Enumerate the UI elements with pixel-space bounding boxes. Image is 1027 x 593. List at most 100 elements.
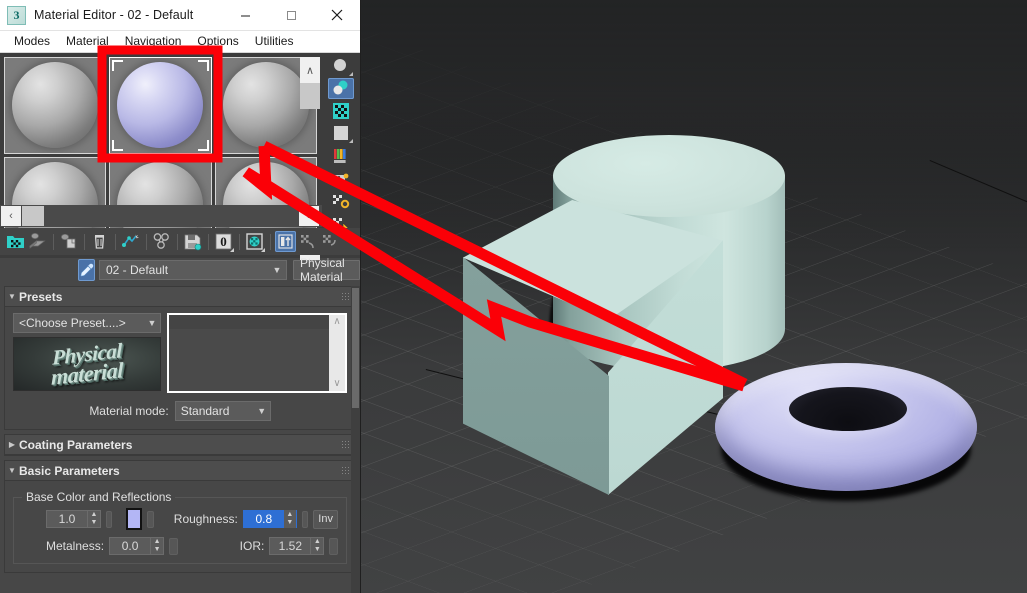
base-color-and-reflections-group: Base Color and Reflections 1.0 ▲ ▼ Roughn… bbox=[13, 490, 347, 564]
axis-line-y bbox=[929, 160, 1027, 204]
rollout-presets-header[interactable]: ▼ Presets bbox=[5, 287, 355, 307]
slots-scroll-right-button[interactable]: › bbox=[299, 206, 319, 226]
chevron-down-icon: ▼ bbox=[272, 265, 282, 275]
slot-sphere bbox=[12, 62, 99, 149]
viewport-object-torus[interactable] bbox=[715, 363, 977, 503]
menu-item-utilities[interactable]: Utilities bbox=[247, 31, 302, 52]
rollout-coating-header[interactable]: ▶ Coating Parameters bbox=[5, 435, 355, 455]
roughness-value: 0.8 bbox=[255, 512, 273, 526]
torus-hole bbox=[789, 387, 907, 431]
background-checker-icon[interactable] bbox=[328, 100, 354, 122]
slot-corner bbox=[197, 60, 209, 71]
choose-preset-dropdown[interactable]: <Choose Preset....> ▼ bbox=[13, 313, 161, 333]
make-unique-icon[interactable] bbox=[151, 231, 172, 252]
slots-scroll-left-button[interactable]: ‹ bbox=[1, 206, 21, 226]
preset-list-item-empty[interactable] bbox=[169, 315, 329, 329]
menu-item-navigation[interactable]: Navigation bbox=[117, 31, 190, 52]
metalness-map-button[interactable] bbox=[169, 537, 178, 555]
slots-hscroll-track[interactable] bbox=[44, 206, 322, 226]
roughness-spinner[interactable]: 0.8 ▲ ▼ bbox=[242, 510, 297, 528]
menu-item-material[interactable]: Material bbox=[58, 31, 117, 52]
eyedropper-icon[interactable] bbox=[78, 259, 95, 281]
base-weight-map-button[interactable] bbox=[106, 510, 113, 528]
sample-uv-tiling-icon[interactable] bbox=[328, 123, 354, 145]
spinner-arrows-icon[interactable]: ▲ ▼ bbox=[150, 537, 163, 555]
preset-row: <Choose Preset....> ▼ Physical material bbox=[13, 313, 347, 393]
slots-hscroll-thumb[interactable] bbox=[22, 206, 44, 226]
preset-list-scroll-up[interactable]: ∧ bbox=[333, 315, 340, 329]
material-editor-window: 3 Material Editor - 02 - Default Modes M… bbox=[0, 0, 361, 593]
rollout-expand-arrow: ▼ bbox=[8, 466, 16, 475]
put-material-to-scene-icon[interactable] bbox=[27, 231, 48, 252]
base-color-swatch[interactable] bbox=[126, 508, 143, 530]
go-forward-to-sibling-icon[interactable] bbox=[319, 231, 340, 252]
make-preview-icon[interactable] bbox=[328, 168, 354, 190]
material-slot-1[interactable] bbox=[4, 57, 107, 154]
spinner-arrows-icon[interactable]: ▲ ▼ bbox=[310, 537, 323, 555]
base-color-map-button[interactable] bbox=[147, 510, 154, 528]
metalness-spinner[interactable]: 0.0 ▲ ▼ bbox=[109, 537, 165, 555]
preset-list-scrollbar[interactable]: ∧ ∨ bbox=[329, 315, 345, 391]
rollout-coating-parameters: ▶ Coating Parameters bbox=[4, 434, 356, 456]
ior-map-button[interactable] bbox=[329, 537, 338, 555]
spinner-arrows-icon[interactable]: ▲ ▼ bbox=[283, 510, 296, 528]
menu-bar[interactable]: Modes Material Navigation Options Utilit… bbox=[0, 31, 360, 53]
minimize-button[interactable] bbox=[222, 0, 268, 30]
rollout-panel-scroll-thumb[interactable] bbox=[352, 288, 359, 408]
video-color-check-icon[interactable] bbox=[328, 145, 354, 167]
ior-value: 1.52 bbox=[278, 539, 303, 553]
maximize-button[interactable] bbox=[268, 0, 314, 30]
rollout-basic-header[interactable]: ▼ Basic Parameters bbox=[5, 461, 355, 481]
rollout-coating-title: Coating Parameters bbox=[19, 437, 133, 452]
metalness-value: 0.0 bbox=[121, 539, 139, 553]
viewport-object-box[interactable] bbox=[463, 200, 723, 495]
roughness-inv-button[interactable]: Inv bbox=[313, 509, 338, 529]
menu-item-modes[interactable]: Modes bbox=[6, 31, 58, 52]
material-effects-channel-icon[interactable]: 0 bbox=[213, 231, 234, 252]
preset-list-scroll-down[interactable]: ∨ bbox=[333, 377, 340, 391]
slots-scroll-thumb[interactable] bbox=[300, 83, 320, 109]
rollout-panel: ▼ Presets <Choose Preset....> ▼ Physical bbox=[0, 286, 360, 593]
close-button[interactable] bbox=[314, 0, 360, 30]
material-class-button[interactable]: Physical Material bbox=[293, 256, 360, 284]
delete-material-icon[interactable] bbox=[89, 231, 110, 252]
ior-spinner[interactable]: 1.52 ▲ ▼ bbox=[269, 537, 325, 555]
title-bar[interactable]: 3 Material Editor - 02 - Default bbox=[0, 0, 360, 31]
reset-map-material-icon[interactable] bbox=[120, 231, 141, 252]
material-name-value: 02 - Default bbox=[106, 263, 169, 277]
roughness-map-button[interactable] bbox=[301, 510, 309, 528]
material-slot-2[interactable] bbox=[109, 57, 212, 154]
menu-item-options[interactable]: Options bbox=[189, 31, 246, 52]
rollout-basic-title: Basic Parameters bbox=[19, 463, 120, 478]
preset-list-items[interactable] bbox=[169, 315, 329, 391]
get-material-icon[interactable] bbox=[5, 231, 26, 252]
rollout-presets-title: Presets bbox=[19, 289, 63, 304]
go-to-parent-icon[interactable] bbox=[297, 231, 318, 252]
slot-corner bbox=[112, 139, 124, 151]
viewport-3d[interactable] bbox=[360, 0, 1027, 593]
show-shaded-material-in-viewport-icon[interactable] bbox=[244, 231, 265, 252]
assign-material-to-selection-icon[interactable] bbox=[58, 231, 79, 252]
show-end-result-icon[interactable] bbox=[275, 231, 296, 252]
rollout-basic-body: Base Color and Reflections 1.0 ▲ ▼ Roughn… bbox=[5, 481, 355, 572]
rollout-expand-arrow: ▼ bbox=[8, 292, 16, 301]
options-gear-icon[interactable] bbox=[328, 190, 354, 212]
slots-horizontal-scrollbar[interactable]: ‹ › bbox=[0, 205, 322, 227]
backlight-icon[interactable] bbox=[328, 77, 354, 100]
preset-list-box[interactable]: ∧ ∨ bbox=[167, 313, 347, 393]
material-name-dropdown[interactable]: 02 - Default ▼ bbox=[99, 260, 287, 280]
spinner-arrows-icon[interactable]: ▲ ▼ bbox=[87, 510, 100, 528]
put-to-library-icon[interactable] bbox=[182, 231, 203, 252]
ior-label: IOR: bbox=[239, 539, 265, 553]
rollout-panel-scrollbar[interactable] bbox=[351, 286, 360, 593]
base-weight-spinner[interactable]: 1.0 ▲ ▼ bbox=[46, 510, 101, 528]
roughness-label: Roughness: bbox=[173, 512, 238, 526]
material-toolbar: 0 bbox=[0, 228, 360, 255]
material-mode-dropdown[interactable]: Standard ▼ bbox=[174, 401, 271, 421]
slots-scroll-up-button[interactable]: ∧ bbox=[300, 57, 320, 83]
sample-type-sphere-icon[interactable] bbox=[328, 55, 354, 77]
metalness-row: Metalness: 0.0 ▲ ▼ IOR: 1.52 ▲ ▼ bbox=[22, 537, 338, 555]
slot-sphere bbox=[222, 62, 309, 149]
slot-corner bbox=[112, 60, 124, 71]
material-mode-row: Material mode: Standard ▼ bbox=[13, 401, 347, 421]
